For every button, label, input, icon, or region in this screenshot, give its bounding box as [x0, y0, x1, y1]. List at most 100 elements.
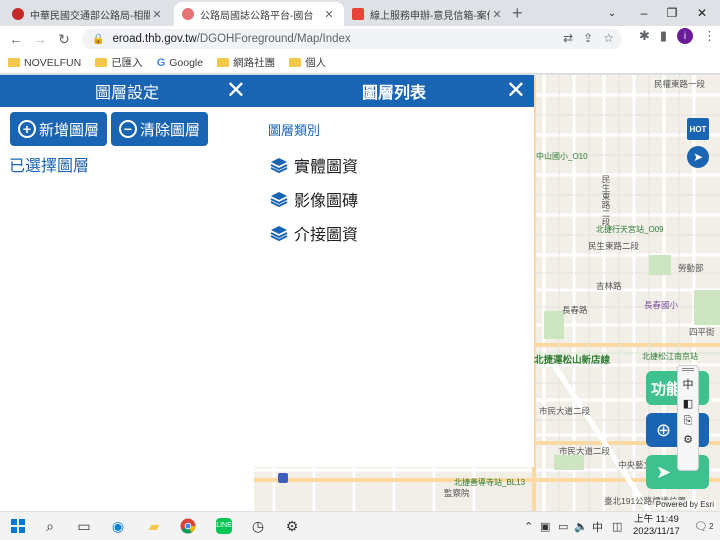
layers-icon — [270, 225, 288, 241]
minus-circle-icon: − — [119, 120, 138, 138]
button-label: 清除圖層 — [140, 121, 201, 139]
ime-mode-icon[interactable]: ◫ — [612, 512, 622, 540]
show-hidden-icons-chevron-icon[interactable]: ⌃ — [524, 512, 533, 540]
url-path: /DGOHForeground/Map/Index — [196, 33, 351, 45]
lock-icon[interactable]: 🔒 — [92, 34, 104, 45]
tab-thb-related-sites[interactable]: 中華民國交通部公路局-相關網站 ✕ — [4, 2, 172, 26]
windows-start-icon[interactable] — [8, 516, 28, 536]
chat-bubble-icon: 🗨 — [694, 521, 708, 533]
task-view-icon[interactable]: ▭ — [74, 516, 94, 536]
menu-kebab-icon[interactable]: ⋮ — [703, 28, 716, 44]
contrast-icon[interactable]: ◧ — [683, 397, 693, 410]
bookmark-label: Google — [169, 56, 204, 69]
folder-icon — [95, 58, 108, 67]
close-icon[interactable]: ✕ — [490, 8, 504, 21]
add-layer-button[interactable]: + 新增圖層 — [10, 112, 108, 146]
layer-item-label: 介接圖資 — [294, 226, 359, 244]
translate-icon[interactable]: ⇄ — [563, 31, 573, 45]
ime-chinese-icon[interactable]: 中 — [683, 376, 694, 392]
tab-gmail-service[interactable]: 線上服務申辦-意見信箱-案件編號 ✕ — [344, 2, 512, 26]
map-label-road: 市民大道二段 — [559, 446, 611, 456]
back-arrow-icon[interactable]: ← — [4, 27, 28, 51]
plus-circle-icon: + — [18, 120, 36, 138]
folder-icon — [289, 58, 302, 67]
layer-list-header: 圖層列表 ✕ — [254, 75, 534, 107]
side-panel-icon[interactable]: ▮ — [660, 28, 667, 44]
tab-title: 公路局國誌公路平台-國台 — [200, 10, 314, 22]
bookmark-novelfun[interactable]: NOVELFUN — [8, 57, 81, 69]
bookmark-personal[interactable]: 個人 — [289, 55, 326, 70]
tray-app-icon[interactable]: ▣ — [540, 512, 550, 540]
forward-arrow-icon[interactable]: → — [28, 27, 52, 51]
notification-center[interactable]: 🗨 2 — [694, 512, 713, 540]
layers-icon — [270, 191, 288, 207]
reload-icon[interactable]: ↻ — [52, 27, 76, 51]
selected-layers-label: 已選擇圖層 — [9, 158, 90, 175]
settings-gear-icon[interactable]: ⚙ — [683, 433, 693, 446]
clipboard-icon[interactable]: ⎘ — [684, 415, 693, 428]
layer-item-interface[interactable]: 介接圖資 — [254, 211, 534, 245]
tab-title: 線上服務申辦-意見信箱-案件編號 — [370, 10, 490, 22]
drag-handle-icon[interactable] — [682, 368, 694, 371]
clear-layer-button[interactable]: − 清除圖層 — [111, 112, 209, 146]
clock-time: 上午 11:49 — [634, 514, 679, 525]
hot-button[interactable]: HOT — [687, 118, 709, 140]
file-explorer-icon[interactable]: ▰ — [144, 516, 164, 536]
page-viewport: 民權東路一段 中山國小_O10 民生東路二段 北捷行天宮站_O09 吉林路 民生… — [0, 75, 720, 511]
layer-item-image-tiles[interactable]: 影像圖磚 — [254, 177, 534, 211]
clock-app-icon[interactable]: ◷ — [248, 516, 268, 536]
extensions-icon[interactable]: ✱ — [639, 28, 650, 44]
compass-icon[interactable]: ➤ — [687, 146, 709, 168]
folder-icon — [217, 58, 230, 67]
search-icon[interactable]: ⌕ — [40, 516, 60, 536]
map-attribution[interactable]: Powered by Esri — [653, 500, 716, 509]
close-icon[interactable]: ✕ — [506, 78, 526, 104]
bookmark-star-icon[interactable]: ☆ — [603, 31, 614, 45]
bookmark-imported[interactable]: 已匯入 — [95, 55, 143, 70]
bookmark-google[interactable]: G Google — [157, 57, 203, 69]
layer-item-physical[interactable]: 實體圖資 — [254, 143, 534, 177]
layer-settings-header: 圖層設定 ✕ — [0, 75, 254, 107]
close-window-button[interactable]: ✕ — [682, 0, 720, 26]
layer-item-label: 影像圖磚 — [294, 192, 359, 210]
settings-gear-icon[interactable]: ⚙ — [282, 516, 302, 536]
close-icon[interactable]: ✕ — [226, 78, 246, 104]
line-app-icon[interactable]: LINE — [214, 516, 234, 536]
new-tab-button[interactable]: + — [512, 2, 523, 24]
bookmark-label: 個人 — [305, 57, 327, 69]
notification-count: 2 — [708, 522, 714, 531]
layer-item-label: 實體圖資 — [294, 158, 359, 176]
taskbar-clock[interactable]: 上午 11:49 2023/11/17 — [633, 514, 680, 538]
tab-title: 中華民國交通部公路局-相關網站 — [30, 10, 150, 22]
map-toolbox[interactable]: 中 ◧ ⎘ ⚙ — [677, 365, 699, 471]
address-bar[interactable]: 🔒 eroad.thb.gov.tw/DGOHForeground/Map/In… — [82, 29, 622, 49]
button-label: 新增圖層 — [39, 121, 100, 139]
map-label-road: 民生東路二段 — [588, 241, 640, 251]
map-label-station: 北捷松江南京站 — [642, 352, 698, 361]
close-icon[interactable]: ✕ — [322, 8, 336, 21]
volume-icon[interactable]: 🔈 — [574, 512, 588, 540]
crosshair-icon: ⊕ — [656, 419, 672, 440]
map-label-place: 監察院 — [444, 488, 470, 498]
bookmark-community[interactable]: 網路社團 — [217, 55, 275, 70]
thb-favicon-icon — [12, 8, 24, 20]
close-icon[interactable]: ✕ — [150, 8, 164, 21]
network-icon[interactable]: ▭ — [558, 512, 568, 540]
panel-title: 圖層列表 — [361, 85, 426, 102]
share-icon[interactable]: ⇪ — [583, 31, 593, 45]
layers-icon — [270, 157, 288, 173]
map-label-place: 勞動部 — [678, 263, 704, 273]
folder-icon — [8, 58, 20, 67]
layer-settings-panel: 圖層設定 ✕ + 新增圖層 − 清除圖層 已選擇圖層 — [0, 75, 254, 511]
tab-eroad-map[interactable]: 公路局國誌公路平台-國台 ✕ — [174, 2, 344, 26]
navigation-arrow-icon: ➤ — [656, 461, 672, 482]
layer-list-panel: 圖層列表 ✕ 圖層類別 實體圖資 影像圖磚 介接圖資 — [254, 75, 534, 467]
gmail-icon — [352, 8, 364, 20]
profile-avatar[interactable]: i — [677, 28, 693, 44]
chrome-icon[interactable] — [178, 516, 198, 536]
ime-indicator[interactable]: 中 — [592, 512, 603, 540]
panel-title: 圖層設定 — [94, 85, 159, 102]
map-label-road: 四平街 — [689, 327, 715, 337]
edge-icon[interactable]: ◉ — [108, 516, 128, 536]
windows-taskbar: ⌕ ▭ ◉ ▰ LINE ◷ ⚙ ⌃ ▣ ▭ 🔈 中 ◫ 上午 11:49 20… — [0, 511, 720, 540]
